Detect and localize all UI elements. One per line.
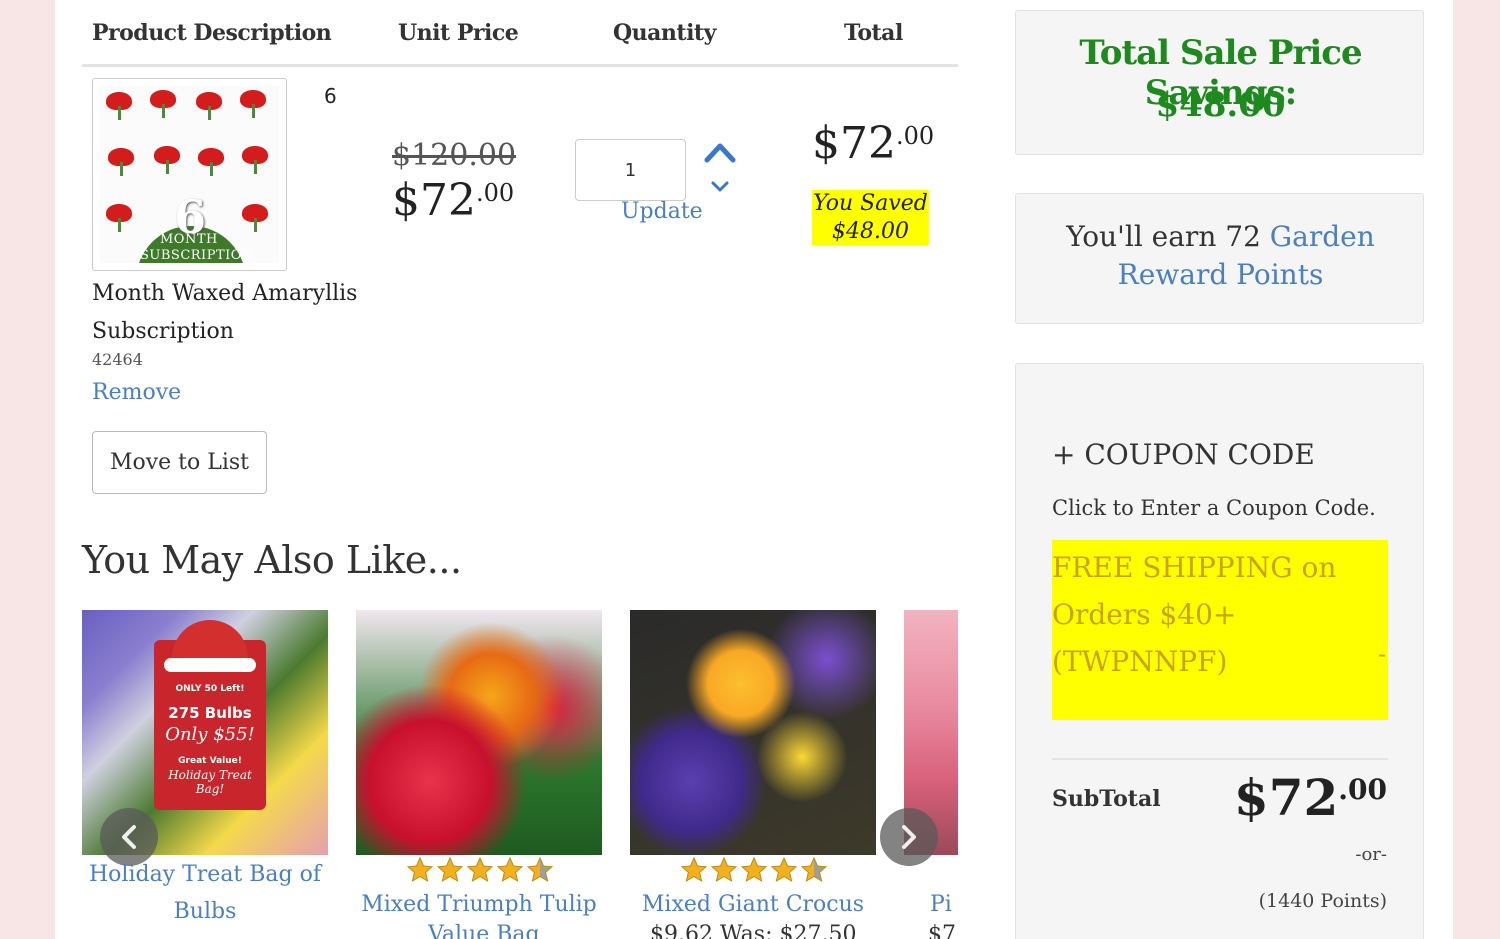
subtotal-dollars: $72 [1233,768,1339,827]
subtotal-cents: .00 [1338,773,1387,806]
bag-line1: ONLY 50 Left! [175,684,245,694]
crocus-rating [680,856,828,886]
card-title-mixed-giant-crocus[interactable]: Mixed Giant Crocus [630,886,876,923]
coupon-code-toggle[interactable]: + COUPON CODE [1052,438,1315,471]
star-icon [680,856,708,883]
unit-price-dollars: $72 [392,175,476,226]
chevron-left-icon [122,825,136,849]
unit-price: $72.00 [392,175,514,226]
you-saved-label: You Saved [813,191,928,216]
star-icon [406,856,434,883]
crocus-price: $9.62 Was: $27.50 [650,922,857,939]
bag-line5: Holiday Treat Bag! [168,768,252,796]
star-icon [710,856,738,883]
rewards-panel: You'll earn 72 Garden Reward Points [1015,193,1424,324]
promo-dash: - [1377,640,1386,668]
move-to-list-button[interactable]: Move to List [92,431,267,494]
badge-line2: SUBSCRIPTION [140,248,254,263]
promo-text: FREE SHIPPING on Orders $40+ (TWPNNPF) [1052,551,1337,678]
product-name[interactable]: Month Waxed Amaryllis Subscription [92,275,362,351]
subscription-badge: 6 MONTH SUBSCRIPTION [136,190,253,263]
header-unit-price: Unit Price [398,20,519,46]
santa-hat-icon [172,620,248,662]
line-total-dollars: $72 [812,118,896,169]
quantity-input[interactable] [575,139,686,201]
product-thumbnail[interactable]: 6 MONTH SUBSCRIPTION [92,78,287,271]
tulip-title-line2[interactable]: Value Bag [428,922,538,939]
header-divider [82,64,958,67]
header-product-description: Product Description [92,20,332,46]
card-title-partial[interactable]: Pi [930,886,958,923]
coupon-instructions[interactable]: Click to Enter a Coupon Code. [1052,496,1376,520]
line-total-cents: .00 [895,122,935,150]
item-count: 6 [324,84,337,108]
subtotal-value: $72.00 [1234,768,1387,827]
star-icon [466,856,494,883]
header-quantity: Quantity [613,20,716,46]
star-icon [770,856,798,883]
you-saved-badge: You Saved $48.00 [812,190,929,245]
header-total: Total [844,20,903,46]
remove-link[interactable]: Remove [92,380,181,405]
savings-amount: $48.00 [1155,85,1286,125]
bag-line4: Great Value! [178,756,242,766]
or-label: -or- [1355,844,1387,865]
free-shipping-promo: FREE SHIPPING on Orders $40+ (TWPNNPF) - [1052,540,1388,720]
chevron-down-icon[interactable] [710,180,730,194]
partial-price: $7 [928,922,956,939]
star-icon [740,856,768,883]
original-price: $120.00 [392,138,517,173]
subtotal-label: SubTotal [1052,786,1161,812]
treat-bag-graphic: ONLY 50 Left! 275 Bulbs Only $55! Great … [154,620,266,810]
line-total: $72.00 [812,118,934,169]
rewards-text: You'll earn 72 Garden Reward Points [1016,218,1425,294]
update-link[interactable]: Update [621,199,703,224]
points-total: (1440 Points) [1258,890,1387,912]
mixed-giant-crocus-image[interactable] [630,610,876,855]
star-icon [800,856,828,883]
summary-divider [1052,758,1388,760]
bag-line3: Only $55! [165,724,255,745]
savings-panel: Total Sale Price Savings: $48.00 [1015,10,1424,155]
star-icon [436,856,464,883]
card-title-holiday-treat-bag[interactable]: Holiday Treat Bag of Bulbs [82,856,328,930]
recommendations-heading: You May Also Like... [82,538,462,582]
star-icon [526,856,554,883]
you-saved-amount: $48.00 [832,219,909,244]
amaryllis-image: 6 MONTH SUBSCRIPTION [100,86,279,263]
chevron-up-icon[interactable] [704,140,736,164]
chevron-right-icon [902,825,916,849]
star-icon [496,856,524,883]
badge-line1: MONTH [160,232,218,247]
unit-price-cents: .00 [475,179,515,207]
bag-line2: 275 Bulbs [168,704,252,722]
product-sku: 42464 [92,350,143,369]
mixed-triumph-tulip-image[interactable] [356,610,602,855]
card-title-mixed-triumph-tulip[interactable]: Mixed Triumph Tulip [356,886,602,923]
tulip-rating [406,856,554,886]
rewards-prefix: You'll earn 72 [1066,220,1261,253]
carousel-next-button[interactable] [880,808,938,866]
order-summary-panel: + COUPON CODE Click to Enter a Coupon Co… [1015,363,1424,939]
